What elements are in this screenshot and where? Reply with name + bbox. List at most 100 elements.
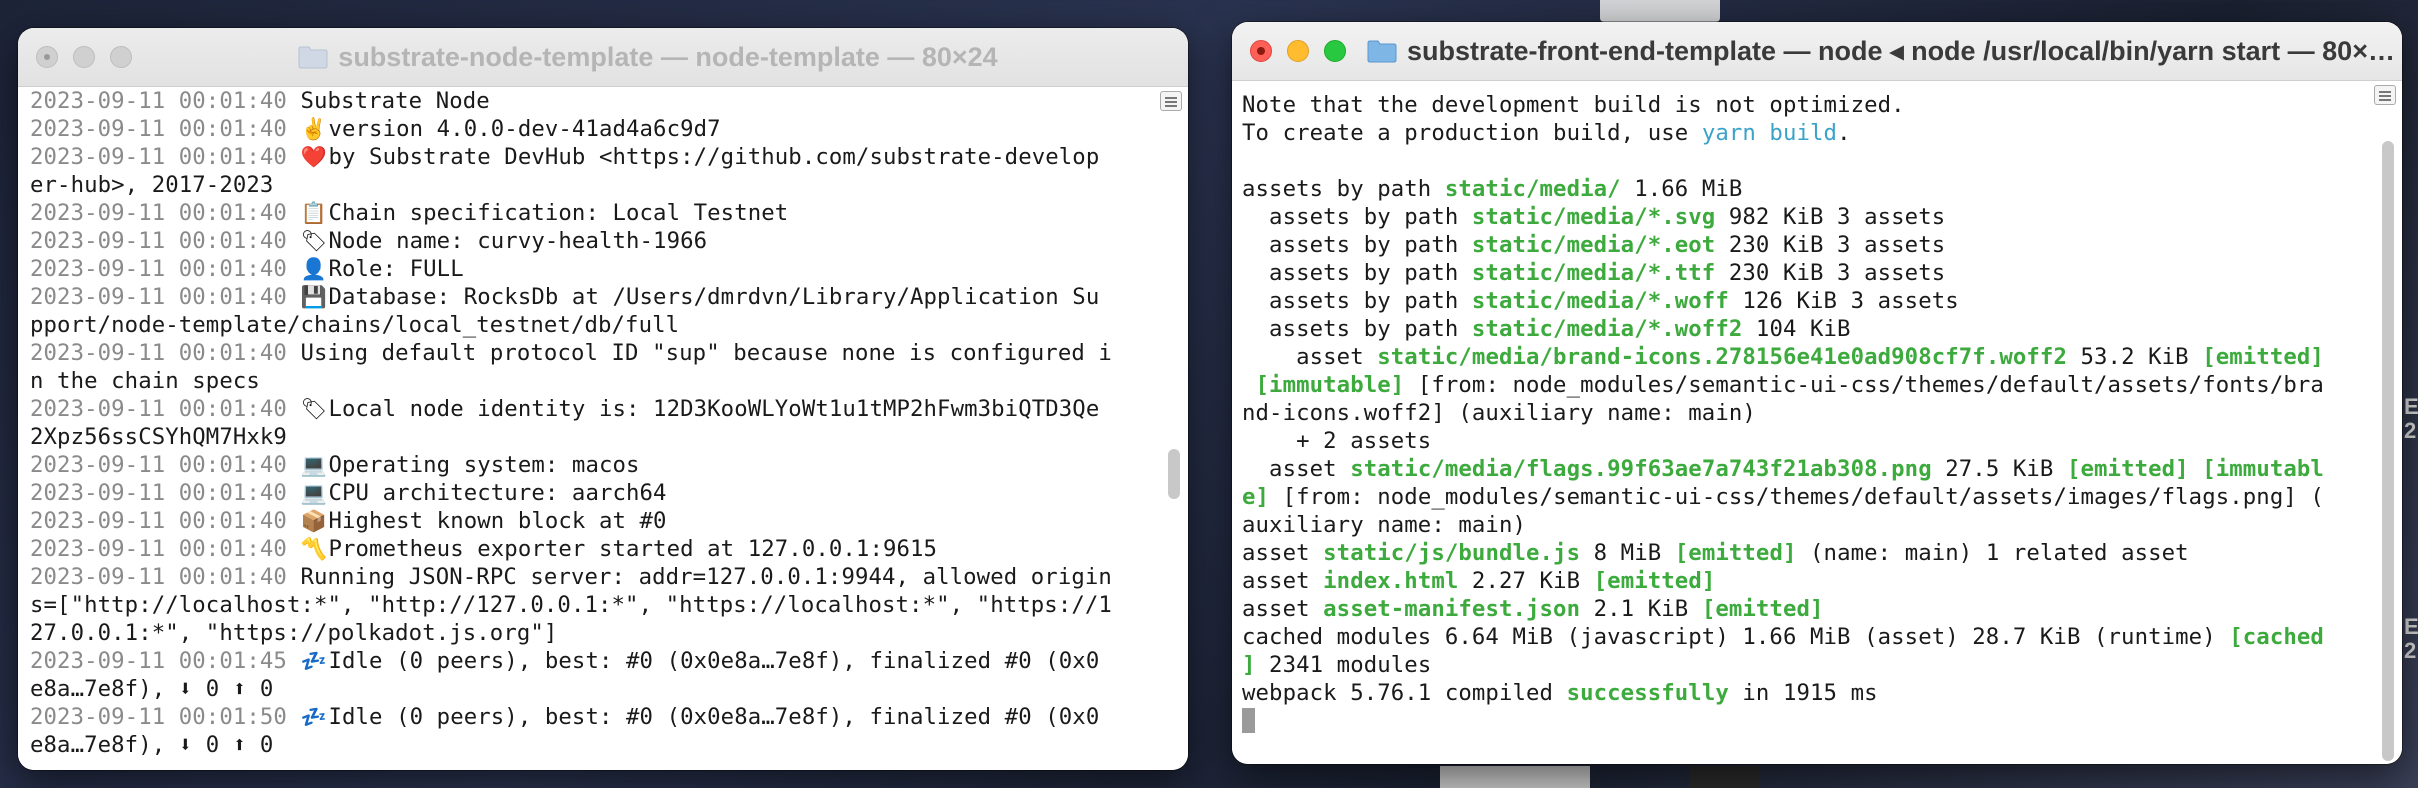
output-text: 982 KiB 3 assets <box>1715 204 1946 230</box>
log-message: s=["http://localhost:*", "http://127.0.0… <box>30 592 1112 618</box>
terminal-line: To create a production build, use yarn b… <box>1242 119 2366 147</box>
log-emoji-icon: 💤 <box>300 705 327 729</box>
output-text: assets by path <box>1242 204 1472 230</box>
highlighted-output: static/media/*.woff2 <box>1471 316 1743 342</box>
output-text: assets by path <box>1242 260 1472 286</box>
terminal-line: asset index.html 2.27 KiB [emitted] <box>1242 567 2366 595</box>
log-message: 27.0.0.1:*", "https://polkadot.js.org"] <box>30 620 558 646</box>
output-text: 8 MiB <box>1580 540 1675 566</box>
window-titlebar[interactable]: substrate-front-end-template — node ◂ no… <box>1232 22 2402 81</box>
log-timestamp: 2023-09-11 00:01:40 <box>30 480 287 506</box>
log-emoji-icon: 💾 <box>300 285 327 309</box>
window-titlebar[interactable]: substrate-node-template — node-template … <box>18 28 1188 87</box>
log-message: n the chain specs <box>30 368 260 394</box>
log-emoji-icon: 👤 <box>300 257 327 281</box>
terminal-line: 2023-09-11 00:01:50 💤Idle (0 peers), bes… <box>30 703 1152 731</box>
log-message: Role: FULL <box>328 256 464 282</box>
output-text: asset <box>1242 344 1378 370</box>
terminal-line: er-hub>, 2017-2023 <box>30 171 1152 199</box>
log-timestamp: 2023-09-11 00:01:40 <box>30 396 287 422</box>
split-pane-button[interactable] <box>2374 85 2396 105</box>
output-text: asset <box>1242 540 1324 566</box>
highlighted-output: [cached <box>2229 624 2324 650</box>
terminal-line: 2023-09-11 00:01:40 〽️Prometheus exporte… <box>30 535 1152 563</box>
output-text: assets by path <box>1242 316 1472 342</box>
terminal-line: 27.0.0.1:*", "https://polkadot.js.org"] <box>30 619 1152 647</box>
log-message: CPU architecture: aarch64 <box>328 480 667 506</box>
log-message: Idle (0 peers), best: #0 (0x0e8a…7e8f), … <box>328 648 1100 674</box>
highlighted-output: e] <box>1242 484 1270 510</box>
highlighted-output: [emitted] <box>1701 596 1824 622</box>
output-text: 27.5 KiB <box>1931 456 2067 482</box>
terminal-line: assets by path static/media/*.ttf 230 Ki… <box>1242 259 2366 287</box>
highlighted-output: [emitted] <box>1593 568 1716 594</box>
terminal-line: 2023-09-11 00:01:40 ❤️by Substrate DevHu… <box>30 143 1152 171</box>
zoom-button[interactable] <box>110 46 132 68</box>
close-button[interactable] <box>36 46 58 68</box>
output-text: 230 KiB 3 assets <box>1715 232 1946 258</box>
highlighted-output: successfully <box>1566 680 1729 706</box>
highlighted-output: static/media/brand-icons.278156e41e0ad90… <box>1377 344 2067 370</box>
log-timestamp: 2023-09-11 00:01:40 <box>30 452 287 478</box>
terminal-lines: Note that the development build is not o… <box>1242 91 2366 735</box>
zoom-button[interactable] <box>1324 40 1346 62</box>
terminal-line: 2023-09-11 00:01:40 Running JSON-RPC ser… <box>30 563 1152 591</box>
highlighted-output: [emitted] <box>2202 344 2324 370</box>
log-message: 2Xpz56ssCSYhQM7Hxk9 <box>30 424 287 450</box>
log-emoji-icon: 💤 <box>300 649 327 673</box>
log-emoji-icon: 🏷 <box>300 397 328 421</box>
terminal-window-node-template[interactable]: substrate-node-template — node-template … <box>18 28 1188 770</box>
highlighted-output: yarn build <box>1701 120 1838 146</box>
window-controls <box>1232 22 1346 80</box>
output-text: asset <box>1242 568 1324 594</box>
folder-icon <box>298 46 328 69</box>
terminal-line: e8a…7e8f), ⬇ 0 ⬆ 0 <box>30 675 1152 703</box>
terminal-line: pport/node-template/chains/local_testnet… <box>30 311 1152 339</box>
output-text: 230 KiB 3 assets <box>1715 260 1946 286</box>
terminal-line: 2023-09-11 00:01:40 🏷Node name: curvy-he… <box>30 227 1152 255</box>
output-text: + 2 assets <box>1242 428 1432 454</box>
split-pane-button[interactable] <box>1160 91 1182 111</box>
minimize-button[interactable] <box>1287 40 1309 62</box>
terminal-line: n the chain specs <box>30 367 1152 395</box>
log-message: Highest known block at #0 <box>328 508 667 534</box>
log-emoji-icon: 〽️ <box>300 537 327 561</box>
output-text: [from: node_modules/semantic-ui-css/them… <box>1404 372 2324 398</box>
terminal-line: assets by path static/media/*.woff 126 K… <box>1242 287 2366 315</box>
desktop-edge-text: E2: <box>2404 614 2418 663</box>
terminal-line: 2023-09-11 00:01:40 💻Operating system: m… <box>30 451 1152 479</box>
log-emoji-icon: ✌️ <box>300 117 327 141</box>
terminal-output[interactable]: Note that the development build is not o… <box>1232 81 2402 764</box>
terminal-line: asset asset-manifest.json 2.1 KiB [emitt… <box>1242 595 2366 623</box>
highlighted-output: index.html <box>1323 568 1459 594</box>
scrollbar-thumb[interactable] <box>1168 449 1180 499</box>
close-button[interactable] <box>1250 40 1272 62</box>
terminal-output[interactable]: 2023-09-11 00:01:40 Substrate Node 2023-0… <box>18 87 1188 770</box>
output-text: To create a production build, use <box>1242 120 1702 146</box>
minimize-button[interactable] <box>73 46 95 68</box>
output-text: 126 KiB 3 assets <box>1728 288 1959 314</box>
terminal-lines: 2023-09-11 00:01:40 Substrate Node 2023-0… <box>30 87 1152 759</box>
window-title-text: substrate-node-template — node-template … <box>338 41 998 72</box>
scrollbar-thumb[interactable] <box>2382 141 2394 761</box>
window-title: substrate-node-template — node-template … <box>18 42 1188 73</box>
terminal-line: assets by path static/media/ 1.66 MiB <box>1242 175 2366 203</box>
output-text: 104 KiB <box>1742 316 1851 342</box>
terminal-prompt-line[interactable] <box>1242 707 2366 735</box>
highlighted-output: static/media/*.eot <box>1471 232 1716 258</box>
terminal-line: 2023-09-11 00:01:40 🏷Local node identity… <box>30 395 1152 423</box>
output-text: 2.1 KiB <box>1580 596 1702 622</box>
log-emoji-icon: ❤️ <box>300 145 327 169</box>
terminal-window-front-end[interactable]: substrate-front-end-template — node ◂ no… <box>1232 22 2402 764</box>
terminal-line: 2023-09-11 00:01:40 💾Database: RocksDb a… <box>30 283 1152 311</box>
highlighted-output: ] <box>1242 652 1256 678</box>
log-timestamp: 2023-09-11 00:01:40 <box>30 88 287 114</box>
log-message: Prometheus exporter started at 127.0.0.1… <box>328 536 938 562</box>
log-timestamp: 2023-09-11 00:01:45 <box>30 648 287 674</box>
terminal-line: asset static/media/flags.99f63ae7a743f21… <box>1242 455 2366 483</box>
terminal-line: 2023-09-11 00:01:40 💻CPU architecture: a… <box>30 479 1152 507</box>
output-text: asset <box>1242 596 1324 622</box>
window-controls <box>18 28 132 86</box>
log-timestamp: 2023-09-11 00:01:40 <box>30 536 287 562</box>
